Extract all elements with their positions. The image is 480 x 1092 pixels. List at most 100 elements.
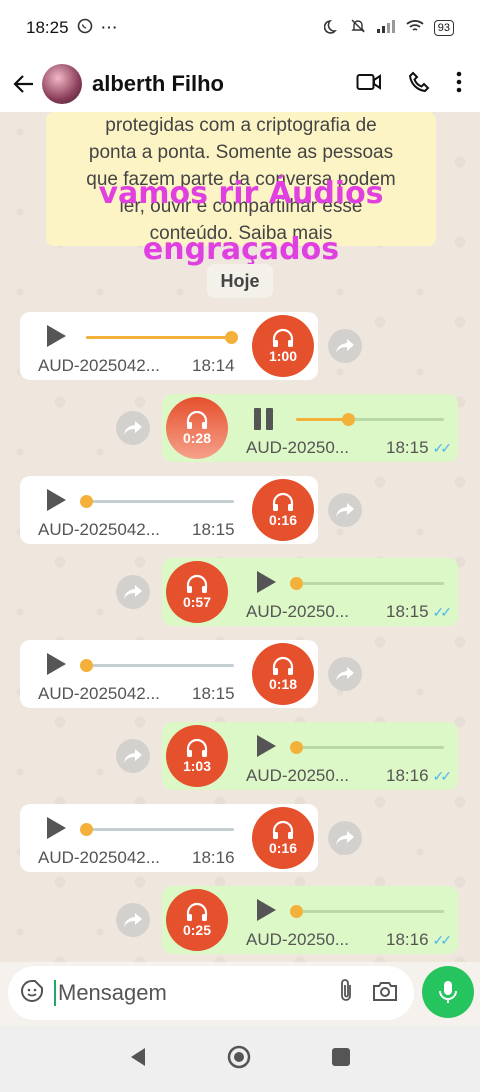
contact-name[interactable]: alberth Filho (92, 71, 224, 97)
attach-icon[interactable] (338, 978, 354, 1009)
audio-duration-badge: 0:28 (166, 397, 228, 459)
wifi-icon (406, 19, 424, 37)
voice-message-outgoing[interactable]: AUD-20250... 18:16 ✓✓ 0:25 (162, 886, 458, 954)
audio-duration: 0:25 (182, 922, 212, 938)
audio-duration-badge: 0:16 (252, 807, 314, 869)
mic-button[interactable] (422, 966, 474, 1018)
headphones-icon (272, 492, 294, 511)
forward-icon (124, 749, 142, 763)
play-button[interactable] (44, 816, 68, 840)
audio-progress-slider[interactable] (290, 577, 444, 590)
voice-message-outgoing[interactable]: AUD-20250... 18:15 ✓✓ 0:28 (162, 394, 458, 462)
audio-duration-badge: 0:18 (252, 643, 314, 705)
forward-button[interactable] (328, 821, 362, 855)
forward-icon (124, 421, 142, 435)
forward-icon (336, 503, 354, 517)
chat-area[interactable]: protegidas com a criptografia de ponta a… (0, 112, 480, 972)
audio-progress-fill (296, 418, 348, 421)
forward-button[interactable] (116, 575, 150, 609)
audio-progress-slider[interactable] (290, 905, 444, 918)
message-time: 18:15 (192, 684, 235, 704)
chat-header: alberth Filho (0, 56, 480, 112)
audio-progress-thumb[interactable] (341, 413, 355, 426)
voice-message-incoming[interactable]: AUD-2025042... 18:16 0:16 (20, 804, 318, 872)
forward-button[interactable] (116, 903, 150, 937)
sticker-icon[interactable] (20, 979, 44, 1008)
play-button[interactable] (254, 734, 278, 758)
audio-file-name: AUD-20250... (246, 766, 349, 785)
nav-recents-icon[interactable] (331, 1047, 351, 1072)
status-time: 18:25 (26, 18, 69, 37)
message-input[interactable]: Mensagem (8, 966, 414, 1020)
audio-file-name: AUD-2025042... (38, 848, 160, 867)
headphones-icon (272, 820, 294, 839)
message-time: 18:16 (192, 848, 235, 868)
message-time-text: 18:14 (192, 356, 235, 375)
audio-progress-thumb[interactable] (290, 905, 303, 918)
play-button[interactable] (254, 570, 278, 594)
audio-progress-thumb[interactable] (290, 741, 303, 754)
message-placeholder: Mensagem (54, 980, 167, 1006)
date-chip: Hoje (207, 264, 273, 298)
more-notifications-icon: ⋯ (100, 18, 118, 37)
audio-progress-thumb[interactable] (225, 331, 239, 344)
audio-progress-slider[interactable] (80, 823, 234, 836)
more-options-icon[interactable] (456, 71, 462, 98)
voice-message-incoming[interactable]: AUD-2025042... 18:14 1:00 (20, 312, 318, 380)
composer-bar: Mensagem (0, 962, 480, 1026)
forward-icon (336, 667, 354, 681)
audio-progress-thumb[interactable] (80, 823, 93, 836)
audio-progress-slider[interactable] (296, 413, 444, 426)
phone-call-icon[interactable] (408, 71, 430, 98)
audio-duration-badge: 1:00 (252, 315, 314, 377)
message-time-text: 18:15 (192, 684, 235, 703)
nav-back-icon[interactable] (129, 1047, 147, 1072)
back-arrow-icon[interactable] (6, 73, 42, 95)
audio-file-name: AUD-20250... (246, 438, 349, 457)
audio-duration: 0:16 (268, 512, 298, 528)
voice-message-outgoing[interactable]: AUD-20250... 18:16 ✓✓ 1:03 (162, 722, 458, 790)
battery-indicator: 93 (433, 20, 454, 36)
audio-duration-badge: 0:16 (252, 479, 314, 541)
audio-duration-badge: 0:25 (166, 889, 228, 951)
audio-progress-slider[interactable] (80, 495, 234, 508)
voice-message-incoming[interactable]: AUD-2025042... 18:15 0:16 (20, 476, 318, 544)
read-receipt-icon: ✓✓ (432, 604, 453, 620)
audio-progress-slider[interactable] (290, 741, 444, 754)
forward-button[interactable] (116, 411, 150, 445)
headphones-icon (186, 902, 208, 921)
voice-message-incoming[interactable]: AUD-2025042... 18:15 0:18 (20, 640, 318, 708)
audio-progress-slider[interactable] (86, 331, 239, 344)
nav-home-icon[interactable] (227, 1045, 251, 1074)
play-button[interactable] (44, 324, 68, 348)
forward-icon (336, 339, 354, 353)
audio-progress-thumb[interactable] (290, 577, 303, 590)
audio-duration: 1:00 (268, 348, 298, 364)
mute-bell-icon (350, 18, 366, 38)
play-button[interactable] (44, 488, 68, 512)
play-button[interactable] (44, 652, 68, 676)
message-time: 18:15 ✓✓ (386, 438, 453, 458)
encryption-line: protegidas com a criptografia de (105, 115, 377, 136)
message-time-text: 18:16 (386, 766, 429, 785)
audio-duration-badge: 0:57 (166, 561, 228, 623)
audio-progress-thumb[interactable] (80, 495, 93, 508)
read-receipt-icon: ✓✓ (432, 440, 453, 456)
forward-button[interactable] (328, 657, 362, 691)
message-time-text: 18:16 (386, 930, 429, 949)
video-call-icon[interactable] (356, 72, 382, 97)
audio-progress-thumb[interactable] (80, 659, 93, 672)
camera-icon[interactable] (372, 980, 398, 1007)
forward-icon (124, 585, 142, 599)
avatar[interactable] (42, 64, 82, 104)
pause-button[interactable] (254, 408, 276, 430)
audio-duration-badge: 1:03 (166, 725, 228, 787)
forward-button[interactable] (328, 329, 362, 363)
mic-icon (439, 981, 457, 1003)
forward-button[interactable] (328, 493, 362, 527)
audio-progress-slider[interactable] (80, 659, 234, 672)
play-button[interactable] (254, 898, 278, 922)
voice-message-outgoing[interactable]: AUD-20250... 18:15 ✓✓ 0:57 (162, 558, 458, 626)
headphones-icon (186, 410, 208, 429)
forward-button[interactable] (116, 739, 150, 773)
